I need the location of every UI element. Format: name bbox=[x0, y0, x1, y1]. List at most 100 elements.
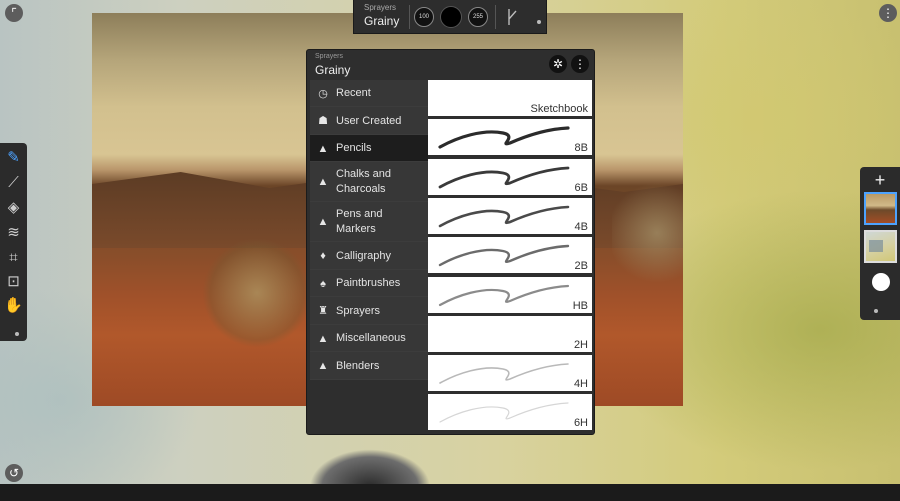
category-item[interactable]: ▲ Miscellaneous bbox=[310, 325, 428, 352]
undo-button[interactable]: ↺ bbox=[5, 464, 23, 482]
category-item[interactable]: ♦ Calligraphy bbox=[310, 242, 428, 270]
brush-stroke-preview bbox=[439, 402, 569, 423]
toolbar-divider-2 bbox=[495, 5, 496, 29]
eyedropper-tool-icon[interactable]: ⟋ bbox=[3, 172, 24, 193]
plus-icon: + bbox=[874, 170, 886, 190]
symmetry-icon[interactable] bbox=[506, 7, 522, 27]
category-label: Blenders bbox=[336, 360, 380, 372]
brush-library-panel: Sprayers Grainy ✲ ⋮ ◷ Recent ☗ User Created… bbox=[306, 49, 595, 435]
brush-preset[interactable]: HB bbox=[428, 276, 592, 315]
toolbar-brush-name[interactable]: Grainy bbox=[364, 14, 399, 28]
layer-thumbnail-photo[interactable] bbox=[864, 192, 897, 225]
add-layer-button[interactable]: + bbox=[870, 170, 890, 190]
brush-preset[interactable]: 4H bbox=[428, 355, 592, 394]
brush-preset-label: 6B bbox=[574, 181, 588, 194]
brush-stroke-preview bbox=[438, 126, 570, 149]
layer-thumbnail-background[interactable] bbox=[864, 230, 897, 263]
brush-preset[interactable]: 6H bbox=[428, 394, 592, 433]
brush-preset[interactable]: 4B bbox=[428, 197, 592, 236]
category-item[interactable]: ♠ Paintbrushes bbox=[310, 270, 428, 297]
brush-preset[interactable]: 6B bbox=[428, 158, 592, 197]
brush-preset-label: 4B bbox=[574, 220, 588, 233]
system-bottom-bar bbox=[0, 484, 900, 501]
corner-icon: ⌜ bbox=[11, 6, 17, 20]
category-item[interactable]: ▲ Chalks and Charcoals bbox=[310, 162, 428, 202]
brush-preset-label: HB bbox=[572, 299, 588, 312]
photo-shrub-right bbox=[612, 178, 683, 288]
tool-rail: ✎ ⟋ ◈ ≋ ⌗ ⊡ ✋ bbox=[0, 143, 27, 341]
category-label: Pencils bbox=[336, 142, 372, 154]
brush-stroke-preview bbox=[438, 205, 570, 228]
brush-preset[interactable]: 2B bbox=[428, 237, 592, 276]
smudge-tool-icon[interactable]: ≋ bbox=[3, 222, 24, 243]
brush-color-swatch[interactable] bbox=[440, 6, 462, 28]
brush-tool-icon[interactable]: ✎ bbox=[3, 147, 24, 168]
brush-stroke-preview bbox=[439, 363, 569, 384]
category-item[interactable]: ▲ Pens and Markers bbox=[310, 202, 428, 242]
category-item[interactable]: ▲ Blenders bbox=[310, 352, 428, 380]
brush-toolbar[interactable]: Sprayers Grainy 100 255 bbox=[353, 0, 547, 34]
paintbrush-icon: ♠ bbox=[320, 278, 326, 290]
brush-preset-list: Sketchbook 8B 6B 4B 2B HB 2H 4H 6H bbox=[428, 80, 592, 433]
category-label: User Created bbox=[336, 115, 402, 127]
category-item[interactable]: ☗ User Created bbox=[310, 107, 428, 135]
fill-tool-icon[interactable]: ◈ bbox=[3, 197, 24, 218]
pencil-icon: ▲ bbox=[317, 143, 329, 155]
panel-brush-category: Sprayers bbox=[315, 53, 344, 60]
toolbar-brush-category: Sprayers bbox=[364, 3, 397, 12]
panel-brush-name: Grainy bbox=[315, 63, 351, 77]
misc-icon: ▲ bbox=[317, 333, 329, 345]
category-label: Paintbrushes bbox=[336, 277, 401, 289]
clock-icon: ◷ bbox=[318, 88, 328, 100]
layers-more-dot[interactable] bbox=[874, 309, 878, 313]
category-item[interactable]: ▲ Pencils bbox=[310, 135, 428, 162]
sprayer-icon: ♜ bbox=[318, 305, 328, 317]
brush-preset[interactable]: 8B bbox=[428, 119, 592, 158]
toolbar-more-dot[interactable] bbox=[537, 20, 541, 24]
brush-preset[interactable]: 2H bbox=[428, 315, 592, 354]
brush-preset-label: 8B bbox=[574, 142, 588, 155]
category-item[interactable]: ♜ Sprayers bbox=[310, 297, 428, 325]
nib-icon: ♦ bbox=[320, 250, 326, 262]
transform-tool-icon[interactable]: ⊡ bbox=[3, 271, 24, 292]
more-options-button[interactable]: ⋮ bbox=[879, 4, 897, 22]
toolbar-divider bbox=[409, 5, 410, 29]
blender-icon: ▲ bbox=[317, 360, 329, 372]
more-vertical-icon: ⋮ bbox=[882, 6, 894, 20]
pen-icon: ▲ bbox=[317, 216, 329, 228]
photo-shrub bbox=[202, 238, 312, 348]
category-label: Pens and Markers bbox=[336, 208, 383, 235]
brush-size-knob[interactable]: 100 bbox=[414, 7, 434, 27]
brush-preset-label: 2B bbox=[574, 260, 588, 273]
background-layer-button[interactable] bbox=[872, 273, 890, 291]
brush-preset-label: 6H bbox=[573, 417, 588, 430]
panel-menu-button[interactable]: ⋮ bbox=[571, 55, 589, 73]
layers-rail: + bbox=[860, 167, 900, 320]
brush-stroke-preview bbox=[438, 166, 570, 188]
gear-icon: ✲ bbox=[552, 57, 564, 71]
brush-preset[interactable]: Sketchbook bbox=[428, 80, 592, 118]
brush-stroke-preview bbox=[438, 244, 570, 267]
brush-panel-header: Sprayers Grainy ✲ ⋮ bbox=[307, 50, 594, 80]
brush-stroke-preview bbox=[438, 284, 570, 306]
undo-icon: ↺ bbox=[8, 466, 20, 480]
user-icon: ☗ bbox=[318, 115, 328, 127]
category-label: Calligraphy bbox=[336, 250, 392, 262]
hand-tool-icon[interactable]: ✋ bbox=[3, 295, 24, 316]
brush-preset-label: 2H bbox=[573, 338, 588, 351]
category-label: Recent bbox=[336, 87, 371, 99]
brush-opacity-knob[interactable]: 255 bbox=[468, 7, 488, 27]
crop-tool-icon[interactable]: ⌗ bbox=[3, 247, 24, 268]
collapse-ui-button[interactable]: ⌜ bbox=[5, 4, 23, 22]
brush-preset-label: 4H bbox=[573, 378, 588, 391]
category-item[interactable]: ◷ Recent bbox=[310, 80, 428, 107]
brush-settings-button[interactable]: ✲ bbox=[549, 55, 567, 73]
category-label: Sprayers bbox=[336, 305, 381, 317]
brush-category-list: ◷ Recent ☗ User Created ▲ Pencils ▲ Chalks and … bbox=[310, 80, 428, 432]
more-vertical-icon: ⋮ bbox=[574, 57, 586, 71]
rail-more-dot[interactable] bbox=[15, 332, 19, 336]
brush-preset-label: Sketchbook bbox=[530, 103, 588, 115]
canvas-sketch-mark bbox=[300, 432, 450, 484]
category-label: Chalks and Charcoals bbox=[336, 168, 392, 195]
chalk-icon: ▲ bbox=[317, 176, 329, 188]
